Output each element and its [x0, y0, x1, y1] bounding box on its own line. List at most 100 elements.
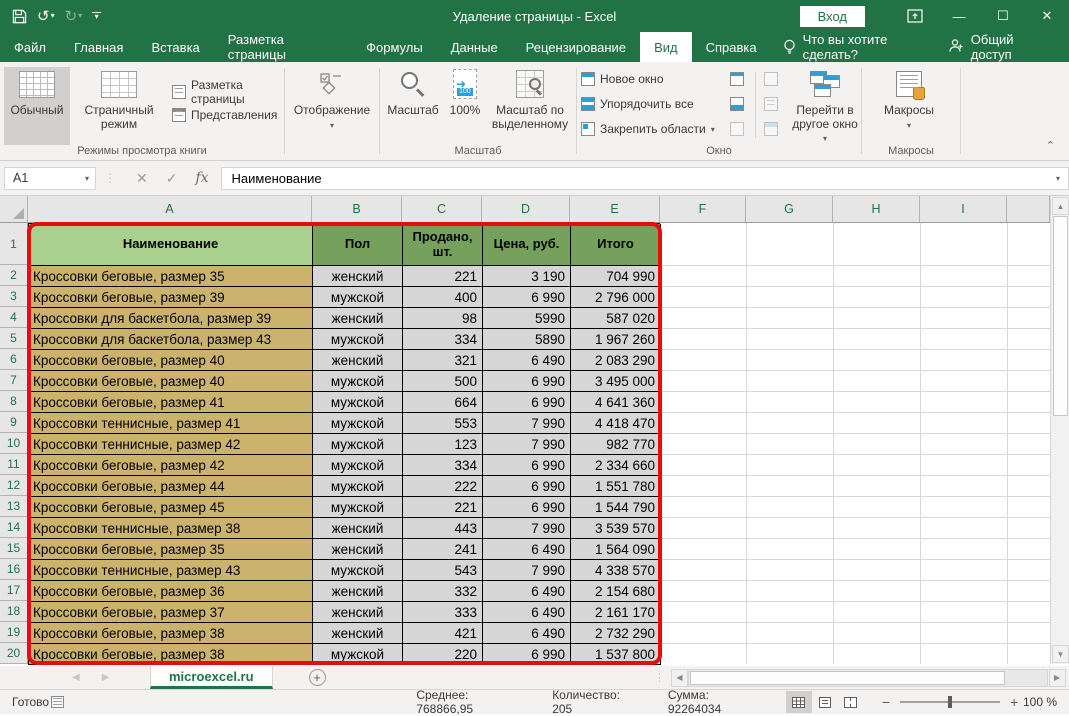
table-cell[interactable]: 6 490 — [483, 623, 571, 644]
row-header-18[interactable]: 18 — [0, 601, 27, 622]
tab-file[interactable]: Файл — [0, 32, 60, 62]
table-cell[interactable]: Кроссовки беговые, размер 42 — [29, 455, 313, 476]
row-header-2[interactable]: 2 — [0, 265, 27, 286]
column-header-A[interactable]: A — [28, 196, 312, 222]
zoom-button[interactable]: Масштаб — [382, 67, 444, 145]
maximize-button[interactable]: ☐ — [981, 0, 1025, 32]
column-header-H[interactable]: H — [833, 196, 920, 222]
hide-button[interactable] — [730, 97, 744, 111]
table-cell[interactable]: Кроссовки для баскетбола, размер 43 — [29, 329, 313, 350]
macros-button[interactable]: Макросы ▾ — [876, 67, 942, 151]
table-cell[interactable]: мужской — [313, 497, 403, 518]
row-header-14[interactable]: 14 — [0, 517, 27, 538]
table-cell[interactable]: 2 083 290 — [571, 350, 661, 371]
table-cell[interactable]: мужской — [313, 371, 403, 392]
table-cell[interactable]: Кроссовки беговые, размер 41 — [29, 392, 313, 413]
formula-input[interactable]: Наименование ▾ — [220, 166, 1069, 190]
row-header-7[interactable]: 7 — [0, 370, 27, 391]
table-cell[interactable]: женский — [313, 539, 403, 560]
table-cell[interactable]: Кроссовки беговые, размер 40 — [29, 350, 313, 371]
status-page-break-button[interactable] — [838, 691, 864, 713]
table-cell[interactable]: 6 990 — [483, 455, 571, 476]
select-all-corner[interactable] — [0, 196, 28, 222]
column-header-partial[interactable] — [1007, 196, 1050, 222]
table-cell[interactable]: 6 990 — [483, 497, 571, 518]
table-cell[interactable]: 7 990 — [483, 518, 571, 539]
table-cell[interactable]: Кроссовки беговые, размер 38 — [29, 644, 313, 665]
zoom-in-icon[interactable]: + — [1010, 694, 1018, 710]
table-cell[interactable]: 664 — [403, 392, 483, 413]
ribbon-display-options-icon[interactable] — [893, 0, 937, 32]
scroll-up-icon[interactable]: ▲ — [1052, 197, 1069, 215]
column-header-D[interactable]: D — [482, 196, 570, 222]
table-cell[interactable]: 241 — [403, 539, 483, 560]
table-cell[interactable]: мужской — [313, 644, 403, 665]
reset-window-position-button[interactable] — [764, 122, 778, 136]
table-cell[interactable]: 6 990 — [483, 476, 571, 497]
table-cell[interactable]: 221 — [403, 266, 483, 287]
table-cell[interactable]: мужской — [313, 560, 403, 581]
table-cell[interactable]: мужской — [313, 287, 403, 308]
new-sheet-button[interactable]: + — [308, 669, 326, 686]
freeze-panes-button[interactable]: Закрепить области ▾ — [581, 122, 715, 136]
vertical-scrollbar[interactable]: ▲ ▼ — [1050, 196, 1069, 664]
zoom-100-button[interactable]: ➜ 100 100% — [444, 67, 486, 145]
data-table[interactable]: Наименование Пол Продано, шт. Цена, руб. Ито… — [28, 223, 661, 665]
table-header-cell[interactable]: Пол — [313, 224, 403, 266]
table-cell[interactable]: 6 990 — [483, 644, 571, 665]
table-cell[interactable]: 6 490 — [483, 602, 571, 623]
redo-button[interactable]: ↻ ▾ — [65, 9, 83, 24]
row-header-8[interactable]: 8 — [0, 391, 27, 412]
table-cell[interactable]: Кроссовки теннисные, размер 43 — [29, 560, 313, 581]
column-header-B[interactable]: B — [312, 196, 402, 222]
row-headers[interactable]: 1 2 3 4 5 6 7 8 9 10 11 12 13 14 15 16 17 18 19 20 — [0, 223, 28, 664]
sign-in-button[interactable]: Вход — [799, 5, 865, 27]
table-cell[interactable]: мужской — [313, 413, 403, 434]
table-cell[interactable]: Кроссовки теннисные, размер 38 — [29, 518, 313, 539]
table-cell[interactable]: 2 161 170 — [571, 602, 661, 623]
row-header-9[interactable]: 9 — [0, 412, 27, 433]
row-header-5[interactable]: 5 — [0, 328, 27, 349]
table-cell[interactable]: 2 796 000 — [571, 287, 661, 308]
table-cell[interactable]: Кроссовки беговые, размер 37 — [29, 602, 313, 623]
row-header-15[interactable]: 15 — [0, 538, 27, 559]
table-cell[interactable]: мужской — [313, 455, 403, 476]
row-header-12[interactable]: 12 — [0, 475, 27, 496]
table-cell[interactable]: 1 544 790 — [571, 497, 661, 518]
table-cell[interactable]: 123 — [403, 434, 483, 455]
table-cell[interactable]: 553 — [403, 413, 483, 434]
table-cell[interactable]: 1 564 090 — [571, 539, 661, 560]
tab-view[interactable]: Вид — [640, 32, 692, 62]
new-window-button[interactable]: Новое окно — [581, 72, 664, 86]
custom-views-button[interactable]: Представления — [172, 108, 277, 122]
table-cell[interactable]: 5890 — [483, 329, 571, 350]
column-headers[interactable]: ABCDEFGHI — [0, 196, 1050, 223]
table-cell[interactable]: Кроссовки беговые, размер 35 — [29, 539, 313, 560]
table-cell[interactable]: 982 770 — [571, 434, 661, 455]
macro-record-icon[interactable] — [50, 696, 65, 708]
table-cell[interactable]: 6 990 — [483, 371, 571, 392]
tab-data[interactable]: Данные — [437, 32, 512, 62]
tab-help[interactable]: Справка — [692, 32, 771, 62]
table-cell[interactable]: 5990 — [483, 308, 571, 329]
table-cell[interactable]: 332 — [403, 581, 483, 602]
table-cell[interactable]: 443 — [403, 518, 483, 539]
table-cell[interactable]: Кроссовки теннисные, размер 41 — [29, 413, 313, 434]
table-cell[interactable]: 2 732 290 — [571, 623, 661, 644]
column-header-E[interactable]: E — [570, 196, 660, 222]
table-cell[interactable]: 334 — [403, 329, 483, 350]
table-cell[interactable]: 6 490 — [483, 350, 571, 371]
table-cell[interactable]: Кроссовки беговые, размер 44 — [29, 476, 313, 497]
cancel-icon[interactable]: ✕ — [136, 170, 148, 187]
table-cell[interactable]: 4 338 570 — [571, 560, 661, 581]
table-cell[interactable]: Кроссовки беговые, размер 35 — [29, 266, 313, 287]
view-side-by-side-button[interactable] — [764, 72, 778, 86]
table-cell[interactable]: 6 990 — [483, 392, 571, 413]
table-cell[interactable]: 6 490 — [483, 539, 571, 560]
table-cell[interactable]: 6 990 — [483, 287, 571, 308]
table-cell[interactable]: 3 495 000 — [571, 371, 661, 392]
row-header-17[interactable]: 17 — [0, 580, 27, 601]
table-cell[interactable]: 2 334 660 — [571, 455, 661, 476]
row-header-10[interactable]: 10 — [0, 433, 27, 454]
table-header-cell[interactable]: Наименование — [29, 224, 313, 266]
